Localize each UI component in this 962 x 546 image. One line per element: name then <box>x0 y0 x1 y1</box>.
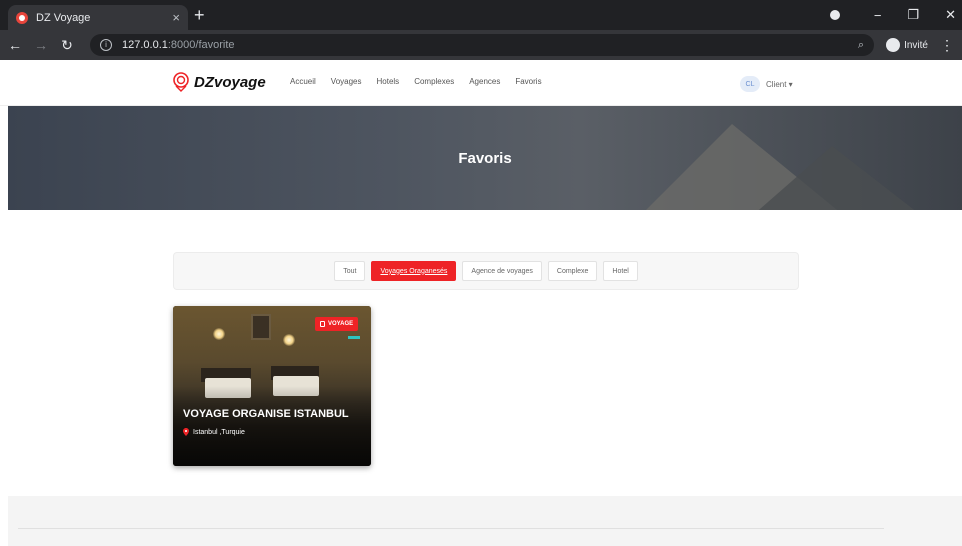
badge-label: VOYAGE <box>328 321 354 327</box>
browser-menu-icon[interactable]: ⋮ <box>940 37 954 54</box>
card-title: VOYAGE ORGANISE ISTANBUL <box>183 408 349 420</box>
guest-profile-button[interactable]: Invité <box>886 38 928 52</box>
restore-icon[interactable]: ❐ <box>907 7 919 23</box>
url-path: :8000/favorite <box>167 39 235 51</box>
filter-bar: Tout Voyages Oraganesés Agence de voyage… <box>173 252 799 290</box>
guest-avatar-icon <box>886 38 901 52</box>
filter-organized-trips-button[interactable]: Voyages Oraganesés <box>371 261 457 281</box>
footer-divider <box>18 528 884 529</box>
nav-item-favoris[interactable]: Favoris <box>515 77 541 86</box>
suitcase-icon <box>320 321 325 327</box>
nav-item-agences[interactable]: Agences <box>469 77 500 86</box>
lamp-light <box>213 328 225 340</box>
tab-close-icon[interactable]: × <box>172 10 180 25</box>
hero-banner: Favoris <box>8 106 962 210</box>
location-label: Istanbul ,Turquie <box>193 428 245 436</box>
card-overlay <box>173 386 371 466</box>
location-pin-icon <box>183 428 189 436</box>
tab-title: DZ Voyage <box>36 11 91 24</box>
client-menu[interactable]: CL Client ▾ <box>740 76 793 92</box>
site-header: DZvoyage Accueil Voyages Hotels Complexe… <box>0 60 962 106</box>
browser-toolbar: ← → ↻ i 127.0.0.1 :8000/favorite ⌕ Invit… <box>0 30 962 60</box>
filter-hotel-button[interactable]: Hotel <box>603 261 638 281</box>
logo-text: DZvoyage <box>194 73 266 91</box>
minimize-icon[interactable]: − <box>874 8 882 23</box>
close-window-icon[interactable]: ✕ <box>945 7 956 23</box>
filter-complex-button[interactable]: Complexe <box>547 261 598 281</box>
site-favicon-icon <box>16 11 28 24</box>
reload-icon[interactable]: ↻ <box>60 37 74 54</box>
type-badge: VOYAGE <box>315 317 359 331</box>
main-nav: Accueil Voyages Hotels Complexes Agences… <box>290 77 542 86</box>
site-logo[interactable]: DZvoyage <box>172 72 266 92</box>
site-footer <box>8 496 962 546</box>
lamp-light <box>283 334 295 346</box>
filter-all-button[interactable]: Tout <box>334 261 366 281</box>
new-tab-icon[interactable]: + <box>194 6 205 24</box>
browser-tab[interactable]: DZ Voyage × <box>8 5 188 30</box>
url-host: 127.0.0.1 <box>122 39 168 51</box>
client-label: Client ▾ <box>766 79 793 89</box>
nav-item-voyages[interactable]: Voyages <box>331 77 362 86</box>
address-bar[interactable]: i 127.0.0.1 :8000/favorite ⌕ <box>90 34 875 56</box>
page-title: Favoris <box>458 150 512 167</box>
filter-travel-agency-button[interactable]: Agence de voyages <box>462 261 542 281</box>
forward-icon[interactable]: → <box>34 37 48 53</box>
profile-indicator-icon[interactable] <box>829 10 840 20</box>
nav-item-hotels[interactable]: Hotels <box>377 77 400 86</box>
nav-item-complexes[interactable]: Complexes <box>414 77 454 86</box>
window-controls: − ❐ ✕ <box>829 0 962 30</box>
browser-tab-bar: DZ Voyage × + − ❐ ✕ <box>0 0 962 30</box>
client-avatar: CL <box>740 76 760 92</box>
accent-bar <box>348 336 360 339</box>
nav-item-accueil[interactable]: Accueil <box>290 77 316 86</box>
site-info-icon[interactable]: i <box>100 39 112 51</box>
zoom-icon[interactable]: ⌕ <box>858 39 864 52</box>
wall-frame <box>251 314 271 340</box>
guest-label: Invité <box>904 39 928 51</box>
card-location: Istanbul ,Turquie <box>183 428 245 436</box>
back-icon[interactable]: ← <box>8 37 22 53</box>
favorite-card[interactable]: VOYAGE VOYAGE ORGANISE ISTANBUL Istanbul… <box>173 306 371 466</box>
logo-pin-icon <box>172 72 190 92</box>
